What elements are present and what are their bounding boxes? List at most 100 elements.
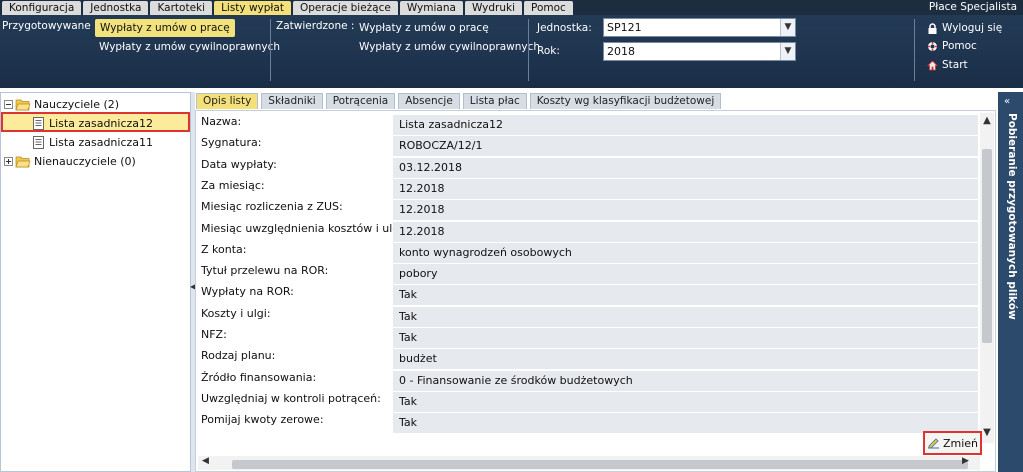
help-label: Pomoc bbox=[942, 40, 977, 52]
vertical-scroll-thumb[interactable] bbox=[982, 149, 992, 343]
field-value: 12.2018 bbox=[393, 178, 978, 199]
change-button-label: Zmień bbox=[942, 436, 979, 450]
field-value: ROBOCZA/12/1 bbox=[393, 136, 978, 157]
field-value: 03.12.2018 bbox=[393, 157, 978, 178]
menu-listy-wyplat[interactable]: Listy wypłat bbox=[214, 1, 291, 15]
field-label: Miesiąc uwzględnienia kosztów i ulg: bbox=[201, 221, 403, 235]
jednostka-value: SP121 bbox=[607, 21, 642, 34]
tab-skladniki[interactable]: Składniki bbox=[261, 93, 323, 109]
rok-value: 2018 bbox=[607, 45, 635, 58]
przygotowywane-label: Przygotowywane : bbox=[2, 20, 98, 32]
field-label: Uwzględniaj w kontroli potrąceń: bbox=[201, 391, 381, 405]
home-icon bbox=[927, 59, 938, 70]
field-label: Data wypłaty: bbox=[201, 157, 277, 171]
przygotowywane-cywilnoprawne-link[interactable]: Wypłaty z umów cywilnoprawnych bbox=[99, 40, 280, 54]
przygotowywane-umowy-o-prace-button[interactable]: Wypłaty z umów o pracę bbox=[95, 19, 235, 37]
document-icon bbox=[33, 135, 44, 149]
app-title: Płace Specjalista bbox=[928, 1, 1017, 13]
toolbar-divider bbox=[914, 19, 915, 81]
double-chevron-left-icon[interactable]: « bbox=[1004, 96, 1010, 107]
field-label: NFZ: bbox=[201, 328, 227, 341]
chevron-down-icon[interactable]: ▼ bbox=[980, 427, 994, 438]
rok-label: Rok: bbox=[537, 45, 560, 57]
rok-select[interactable]: 2018 ▼ bbox=[603, 42, 796, 61]
menu-pomoc[interactable]: Pomoc bbox=[523, 1, 573, 15]
field-value: konto wynagrodzeń osobowych bbox=[393, 242, 978, 263]
field-label: Z konta: bbox=[201, 242, 247, 256]
toolbar: Przygotowywane : Wypłaty z umów o pracę … bbox=[0, 15, 1023, 88]
tree-item-label: Lista zasadnicza11 bbox=[49, 135, 154, 149]
tree-item-label: Lista zasadnicza12 bbox=[49, 116, 154, 130]
document-icon bbox=[33, 116, 44, 130]
jednostka-label: Jednostka: bbox=[537, 22, 592, 34]
menu-wymiana[interactable]: Wymiana bbox=[399, 1, 463, 15]
field-label: Pomijaj kwoty zerowe: bbox=[201, 413, 324, 427]
lifebuoy-icon bbox=[928, 41, 937, 51]
field-label: Nazwa: bbox=[201, 115, 242, 128]
tree-group-label: Nauczyciele (2) bbox=[34, 97, 120, 111]
field-label: Źródło finansowania: bbox=[201, 370, 317, 384]
start-link[interactable]: Start bbox=[927, 58, 968, 72]
field-value: budżet bbox=[393, 349, 978, 370]
tab-absencje[interactable]: Absencje bbox=[398, 93, 460, 109]
zatwierdzone-label: Zatwierdzone : bbox=[276, 20, 355, 32]
menu-jednostka[interactable]: Jednostka bbox=[83, 1, 149, 15]
field-value: Lista zasadnicza12 bbox=[393, 115, 978, 135]
edit-icon bbox=[927, 438, 939, 449]
chevron-up-icon[interactable]: ▲ bbox=[980, 115, 994, 126]
tab-opis-listy[interactable]: Opis listy bbox=[196, 93, 259, 109]
field-label: Sygnatura: bbox=[201, 136, 262, 150]
help-link[interactable]: Pomoc bbox=[927, 39, 977, 53]
field-value: Tak bbox=[393, 413, 978, 434]
logout-link[interactable]: Wyloguj się bbox=[927, 21, 1002, 35]
tab-potracenia[interactable]: Potrącenia bbox=[325, 93, 396, 109]
details-panel: Nazwa: Lista zasadnicza12 Sygnatura: ROBOCZ… bbox=[195, 110, 996, 472]
tree-item-lista-zasadnicza11[interactable]: Lista zasadnicza11 bbox=[33, 134, 153, 150]
field-value: 12.2018 bbox=[393, 221, 978, 242]
folder-open-icon bbox=[15, 156, 31, 167]
field-value: Tak bbox=[393, 328, 978, 348]
tree-group-nienauczyciele[interactable]: Nienauczyciele (0) bbox=[4, 153, 136, 169]
side-panel-label: Pobieranie przygotowanych plików bbox=[1006, 113, 1018, 320]
field-label: Wypłaty na ROR: bbox=[201, 285, 294, 299]
collapse-icon[interactable] bbox=[4, 99, 13, 109]
tab-lista-plac[interactable]: Lista płac bbox=[462, 93, 527, 109]
field-label: Miesiąc rozliczenia z ZUS: bbox=[201, 200, 343, 214]
chevron-left-icon[interactable]: ◀ bbox=[202, 456, 209, 466]
menu-bar: Konfiguracja Jednostka Kartoteki Listy w… bbox=[0, 0, 1023, 15]
field-value: Tak bbox=[393, 391, 978, 412]
field-value: Tak bbox=[393, 285, 978, 306]
field-value: 12.2018 bbox=[393, 200, 978, 221]
logout-label: Wyloguj się bbox=[942, 22, 1003, 34]
zatwierdzone-cywilnoprawne-link[interactable]: Wypłaty z umów cywilnoprawnych bbox=[359, 40, 540, 54]
menu-konfiguracja[interactable]: Konfiguracja bbox=[2, 1, 82, 15]
toolbar-divider bbox=[270, 19, 271, 81]
field-value: pobory bbox=[393, 264, 978, 285]
toolbar-divider bbox=[528, 19, 529, 81]
chevron-right-icon[interactable]: ▶ bbox=[962, 456, 969, 466]
field-label: Tytuł przelewu na ROR: bbox=[201, 264, 329, 278]
field-label: Za miesiąc: bbox=[201, 178, 265, 192]
tree-group-label: Nienauczyciele (0) bbox=[34, 154, 136, 168]
tab-koszty-wg-klasyfikacji[interactable]: Koszty wg klasyfikacji budżetowej bbox=[529, 93, 722, 109]
tree-item-lista-zasadnicza12[interactable]: Lista zasadnicza12 bbox=[33, 115, 153, 131]
horizontal-scroll-thumb[interactable] bbox=[232, 460, 968, 469]
field-value: 0 - Finansowanie ze środków budżetowych bbox=[393, 370, 978, 391]
menu-wydruki[interactable]: Wydruki bbox=[464, 1, 522, 15]
folder-open-icon bbox=[15, 99, 31, 110]
menu-kartoteki[interactable]: Kartoteki bbox=[150, 1, 213, 15]
change-button[interactable]: Zmień bbox=[923, 431, 982, 455]
jednostka-select[interactable]: SP121 ▼ bbox=[603, 18, 796, 37]
lock-icon bbox=[928, 22, 937, 34]
tab-bar: Opis listy Składniki Potrącenia Absencje… bbox=[196, 93, 724, 110]
field-label: Koszty i ulgi: bbox=[201, 306, 271, 320]
tree-group-nauczyciele[interactable]: Nauczyciele (2) bbox=[4, 96, 119, 112]
expand-icon[interactable] bbox=[4, 156, 13, 166]
field-label: Rodzaj planu: bbox=[201, 349, 276, 363]
start-label: Start bbox=[942, 59, 968, 71]
chevron-down-icon[interactable]: ▼ bbox=[780, 43, 795, 60]
menu-operacje-biezace[interactable]: Operacje bieżące bbox=[292, 1, 398, 15]
field-value: Tak bbox=[393, 306, 978, 327]
zatwierdzone-umowy-o-prace-link[interactable]: Wypłaty z umów o pracę bbox=[359, 21, 489, 35]
chevron-down-icon[interactable]: ▼ bbox=[780, 19, 795, 36]
